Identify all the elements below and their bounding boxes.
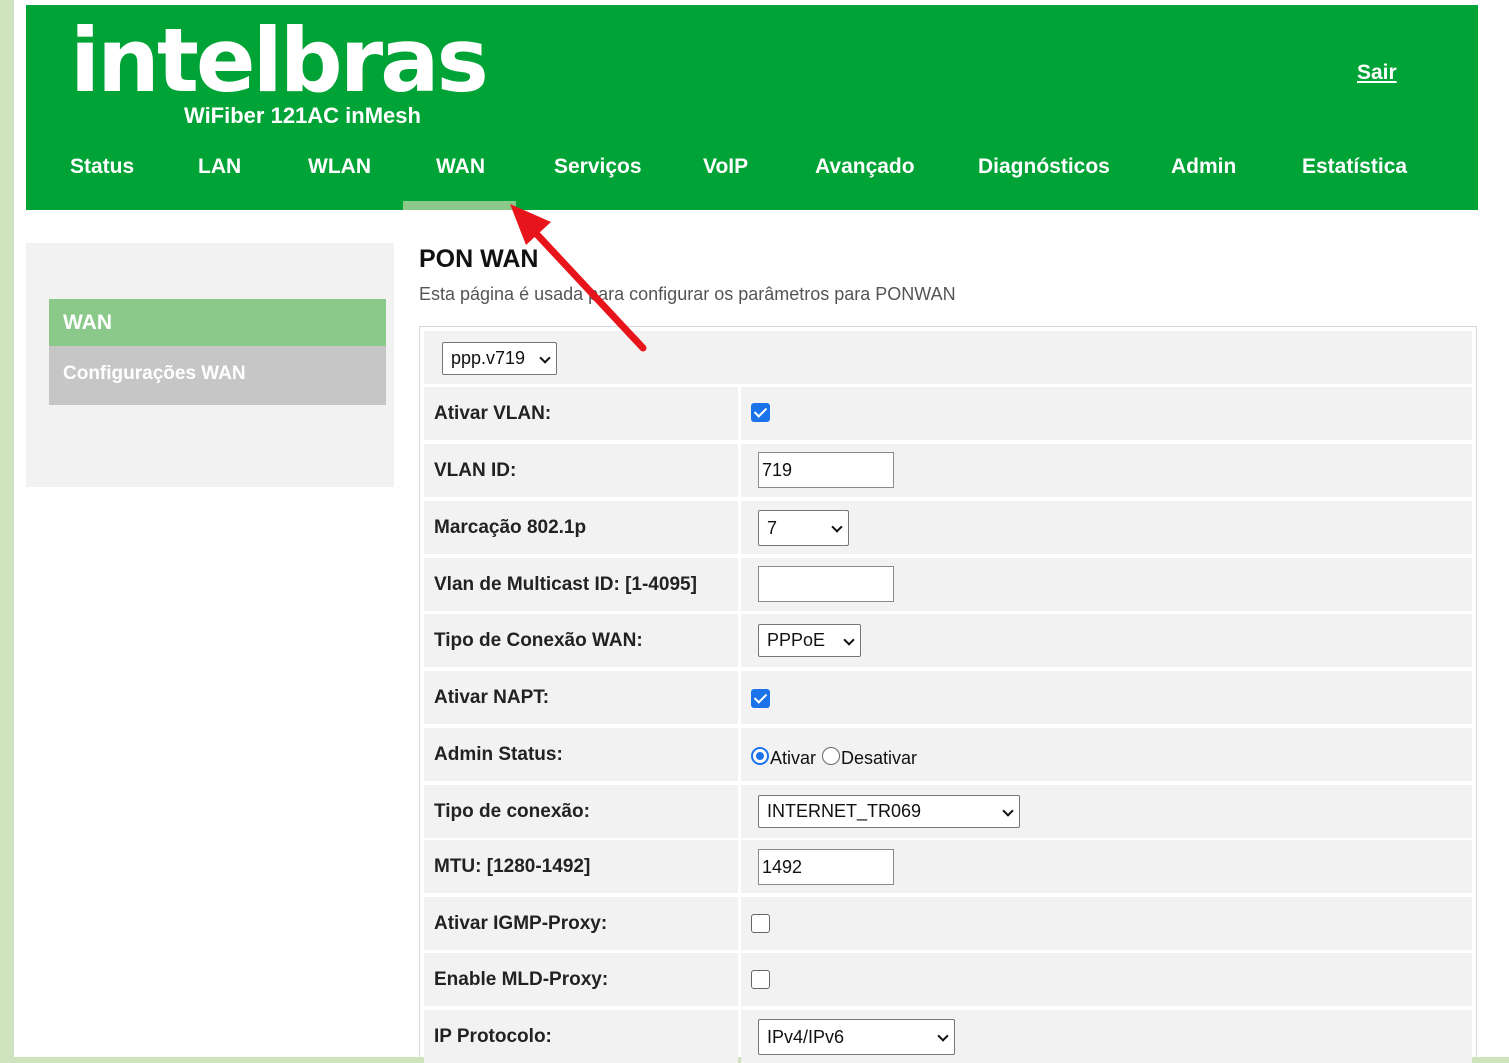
form-row-marking: Marcação 802.1p 7 [424,501,1472,554]
vlan-enable-label: Ativar VLAN: [424,387,738,440]
nav-wlan[interactable]: WLAN [308,155,371,179]
multicast-vlan-input[interactable] [758,566,894,602]
vlan-enable-checkbox[interactable] [751,403,770,422]
admin-status-disable-label: Desativar [841,748,918,768]
nav-wan[interactable]: WAN [436,155,485,179]
vlan-id-cell: 719 [741,444,1472,497]
multicast-vlan-label: Vlan de Multicast ID: [1-4095] [424,558,738,611]
connection-select[interactable]: ppp.v719 [442,342,557,375]
marking-cell: 7 [741,501,1472,554]
nav-admin[interactable]: Admin [1171,155,1236,179]
igmp-proxy-label: Ativar IGMP-Proxy: [424,897,738,950]
chevron-down-icon [937,1030,949,1042]
chevron-down-icon [1002,805,1014,817]
napt-checkbox[interactable] [751,689,770,708]
chevron-down-icon [843,634,855,646]
form-row-mtu: MTU: [1280-1492] 1492 [424,840,1472,893]
mtu-cell: 1492 [741,840,1472,893]
admin-status-enable-label: Ativar [770,748,817,768]
wan-type-label: Tipo de Conexão WAN: [424,614,738,667]
nav-servicos[interactable]: Serviços [554,155,642,179]
vlan-enable-cell [741,387,1472,440]
form-row-mld-proxy: Enable MLD-Proxy: [424,953,1472,1006]
connection-select-value: ppp.v719 [451,348,526,368]
napt-label: Ativar NAPT: [424,671,738,724]
logout-link[interactable]: Sair [1357,61,1397,85]
conn-type-select-value: INTERNET_TR069 [767,801,922,821]
chevron-down-icon [539,352,551,364]
marking-label: Marcação 802.1p [424,501,738,554]
admin-status-label: Admin Status: [424,728,738,781]
form-row-multicast-vlan: Vlan de Multicast ID: [1-4095] [424,558,1472,611]
conn-type-cell: INTERNET_TR069 [741,785,1472,838]
mtu-input[interactable]: 1492 [758,849,894,885]
admin-status-cell: Ativar Desativar [741,728,1472,781]
sidebar-heading: WAN [49,299,386,346]
napt-cell [741,671,1472,724]
nav-estatistica[interactable]: Estatística [1302,155,1407,179]
ip-protocol-select[interactable]: IPv4/IPv6 [758,1019,955,1055]
form-row-igmp-proxy: Ativar IGMP-Proxy: [424,897,1472,950]
nav-voip[interactable]: VoIP [703,155,748,179]
admin-status-enable-radio[interactable] [751,747,769,765]
vlan-id-input[interactable]: 719 [758,452,894,488]
form-row-admin-status: Admin Status: Ativar Desativar [424,728,1472,781]
page-title: PON WAN [419,245,539,273]
conn-type-label: Tipo de conexão: [424,785,738,838]
form-row-vlan-enable: Ativar VLAN: [424,387,1472,440]
form-row-wan-type: Tipo de Conexão WAN: PPPoE [424,614,1472,667]
nav-diagnosticos[interactable]: Diagnósticos [978,155,1110,179]
nav-lan[interactable]: LAN [198,155,241,179]
device-model: WiFiber 121AC inMesh [184,103,421,128]
mtu-label: MTU: [1280-1492] [424,840,738,893]
page-description: Esta página é usada para configurar os p… [419,284,956,304]
ip-protocol-select-value: IPv4/IPv6 [767,1027,845,1047]
form-row-vlan-id: VLAN ID: 719 [424,444,1472,497]
form-row-conn-type: Tipo de conexão: INTERNET_TR069 [424,785,1472,838]
sidebar: WAN Configurações WAN [26,243,394,487]
marking-select-value: 7 [767,518,778,538]
brand-logo: intelbras [70,9,489,112]
wan-type-select[interactable]: PPPoE [758,624,861,657]
mld-proxy-label: Enable MLD-Proxy: [424,953,738,1006]
active-tab-indicator [403,201,516,210]
mld-proxy-cell [741,953,1472,1006]
multicast-vlan-cell [741,558,1472,611]
conn-type-select[interactable]: INTERNET_TR069 [758,795,1020,828]
igmp-proxy-cell [741,897,1472,950]
marking-select[interactable]: 7 [758,510,849,546]
sidebar-item-wan-config[interactable]: Configurações WAN [49,346,386,405]
igmp-proxy-checkbox[interactable] [751,914,770,933]
main-nav: Status LAN WLAN WAN Serviços VoIP Avança… [26,155,1478,185]
admin-status-disable-radio[interactable] [822,747,840,765]
nav-status[interactable]: Status [70,155,134,179]
connection-selector-row: ppp.v719 [424,331,1472,384]
chevron-down-icon [831,521,843,533]
wan-type-cell: PPPoE [741,614,1472,667]
vlan-id-label: VLAN ID: [424,444,738,497]
header: intelbras WiFiber 121AC inMesh Sair Stat… [26,5,1478,210]
wan-type-select-value: PPPoE [767,630,826,650]
ip-protocol-label: IP Protocolo: [424,1010,738,1063]
nav-avancado[interactable]: Avançado [815,155,915,179]
form-row-ip-protocol: IP Protocolo: IPv4/IPv6 [424,1010,1472,1063]
ip-protocol-cell: IPv4/IPv6 [741,1010,1472,1063]
form-row-napt: Ativar NAPT: [424,671,1472,724]
mld-proxy-checkbox[interactable] [751,970,770,989]
